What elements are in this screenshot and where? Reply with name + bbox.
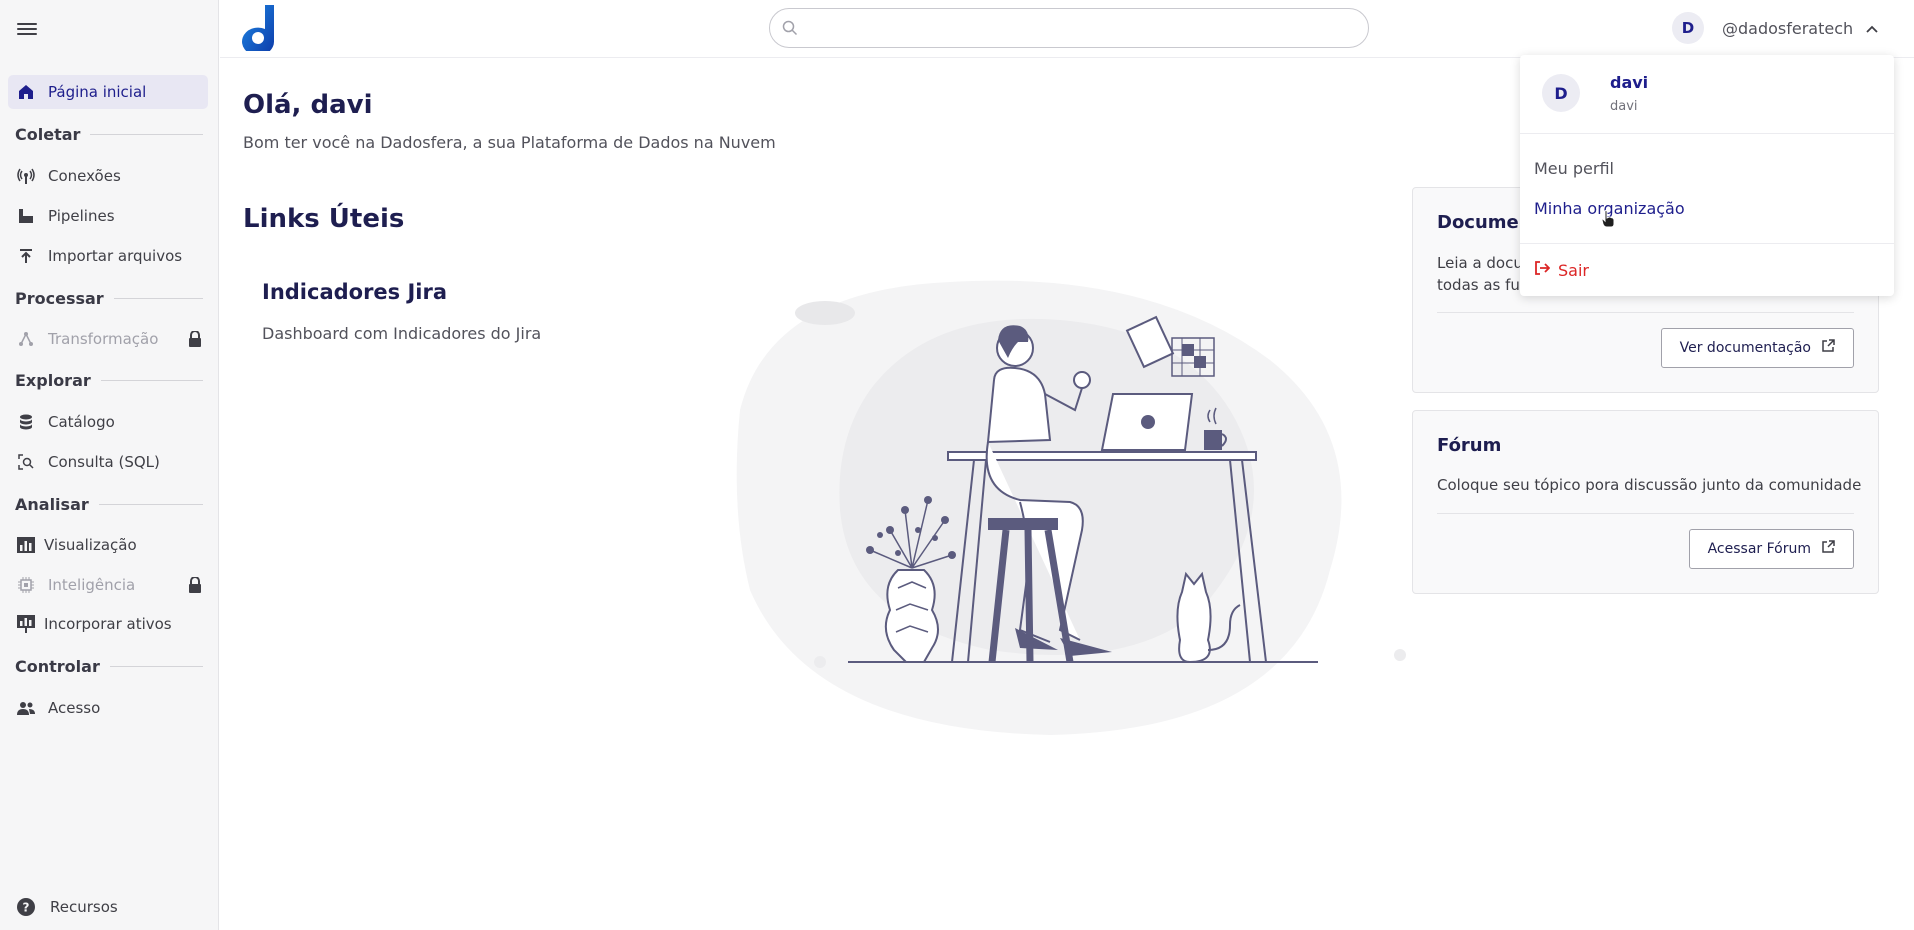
query-search-icon [16, 452, 36, 472]
chevron-up-icon [1865, 19, 1879, 38]
link-description: Dashboard com Indicadores do Jira [262, 324, 542, 343]
antenna-icon [16, 166, 36, 186]
user-username: davi [1610, 99, 1638, 114]
pipeline-icon [16, 206, 36, 226]
sidebar-item-pipelines[interactable]: Pipelines [8, 199, 208, 233]
forum-card: Fórum Coloque seu tópico pora discussão … [1412, 410, 1879, 594]
search-icon [782, 20, 798, 40]
sidebar-item-home[interactable]: Página inicial [8, 75, 208, 109]
useful-link-card[interactable]: Indicadores Jira Dashboard com Indicador… [262, 280, 662, 343]
link-title: Indicadores Jira [262, 280, 448, 304]
card-text: Coloque seu tópico pora discussão junto … [1437, 476, 1862, 494]
sidebar-item-label: Catálogo [48, 413, 115, 431]
sidebar-item-catalogo[interactable]: Catálogo [8, 405, 208, 439]
sidebar-item-acesso[interactable]: Acesso [8, 691, 208, 725]
external-link-icon [1811, 540, 1835, 558]
sidebar-item-importar[interactable]: Importar arquivos [8, 239, 208, 273]
search-input[interactable] [806, 17, 1346, 39]
card-title: Fórum [1437, 435, 1502, 456]
menu-item-label: Sair [1558, 260, 1589, 280]
divider [1437, 312, 1854, 313]
sidebar-item-label: Visualização [44, 536, 137, 554]
chip-icon [16, 575, 36, 595]
section-coletar: Coletar [15, 125, 203, 144]
section-title: Links Úteis [243, 204, 405, 234]
transform-icon [16, 329, 36, 349]
logout-icon [1534, 260, 1558, 280]
bar-chart-icon [16, 535, 36, 555]
woman-at-desk-illustration [730, 270, 1410, 740]
avatar: D [1672, 12, 1704, 44]
button-label: Ver documentação [1679, 340, 1811, 356]
sidebar-item-label: Consulta (SQL) [48, 453, 160, 471]
documentation-button[interactable]: Ver documentação [1660, 328, 1854, 368]
upload-icon [16, 246, 36, 266]
menu-item-logout[interactable]: Sair [1534, 260, 1589, 280]
svg-text:?: ? [23, 901, 30, 915]
divider [1437, 513, 1854, 514]
user-handle: @dadosferatech [1722, 18, 1854, 38]
card-text: Leia a docu [1437, 254, 1523, 272]
database-icon [16, 412, 36, 432]
sidebar-item-label: Inteligência [48, 576, 136, 594]
hand-cursor-icon [1601, 210, 1615, 232]
sidebar-item-label: Pipelines [48, 207, 115, 225]
sidebar-item-conexoes[interactable]: Conexões [8, 159, 208, 193]
sidebar-item-label: Acesso [48, 699, 101, 717]
sidebar-item-label: Importar arquivos [48, 247, 183, 265]
page-title: Olá, davi [243, 90, 373, 120]
menu-item-profile[interactable]: Meu perfil [1534, 159, 1614, 178]
avatar: D [1542, 74, 1580, 112]
search-bar[interactable] [769, 8, 1369, 48]
button-label: Acessar Fórum [1707, 541, 1811, 557]
section-analisar: Analisar [15, 495, 203, 514]
section-controlar: Controlar [15, 657, 203, 676]
sidebar-item-consulta[interactable]: Consulta (SQL) [8, 445, 208, 479]
external-link-icon [1811, 339, 1835, 357]
sidebar-item-label: Transformação [48, 330, 159, 348]
page-subtitle: Bom ter você na Dadosfera, a sua Platafo… [243, 133, 776, 152]
dadosfera-logo[interactable] [241, 5, 277, 56]
forum-button[interactable]: Acessar Fórum [1688, 529, 1854, 569]
user-dropdown-menu: D davi davi Meu perfil Minha organização… [1520, 55, 1894, 296]
sidebar-item-transformacao: Transformação [8, 322, 208, 356]
sidebar-item-recursos[interactable]: ? Recursos [8, 890, 208, 924]
sidebar-item-label: Recursos [50, 898, 118, 916]
card-text: todas as fur [1437, 276, 1527, 294]
divider [1520, 243, 1894, 244]
section-processar: Processar [15, 289, 203, 308]
sidebar-item-label: Página inicial [48, 83, 147, 101]
sidebar-item-label: Conexões [48, 167, 121, 185]
user-menu-trigger[interactable]: D @dadosferatech [1672, 12, 1879, 44]
section-explorar: Explorar [15, 371, 203, 390]
menu-toggle-icon[interactable] [17, 20, 37, 40]
sidebar-item-label: Incorporar ativos [44, 615, 172, 633]
sidebar-item-incorporar[interactable]: Incorporar ativos [8, 607, 208, 641]
user-name: davi [1610, 73, 1649, 92]
lock-icon [188, 330, 202, 351]
sidebar-item-visualizacao[interactable]: Visualização [8, 528, 208, 562]
embed-chart-icon [16, 614, 36, 634]
divider [1520, 133, 1894, 134]
help-icon: ? [16, 897, 36, 917]
sidebar: Página inicial Coletar Conexões Pipeline… [0, 0, 219, 930]
lock-icon [188, 576, 202, 597]
sidebar-item-inteligencia: Inteligência [8, 568, 208, 602]
home-icon [16, 82, 36, 102]
users-icon [16, 698, 36, 718]
